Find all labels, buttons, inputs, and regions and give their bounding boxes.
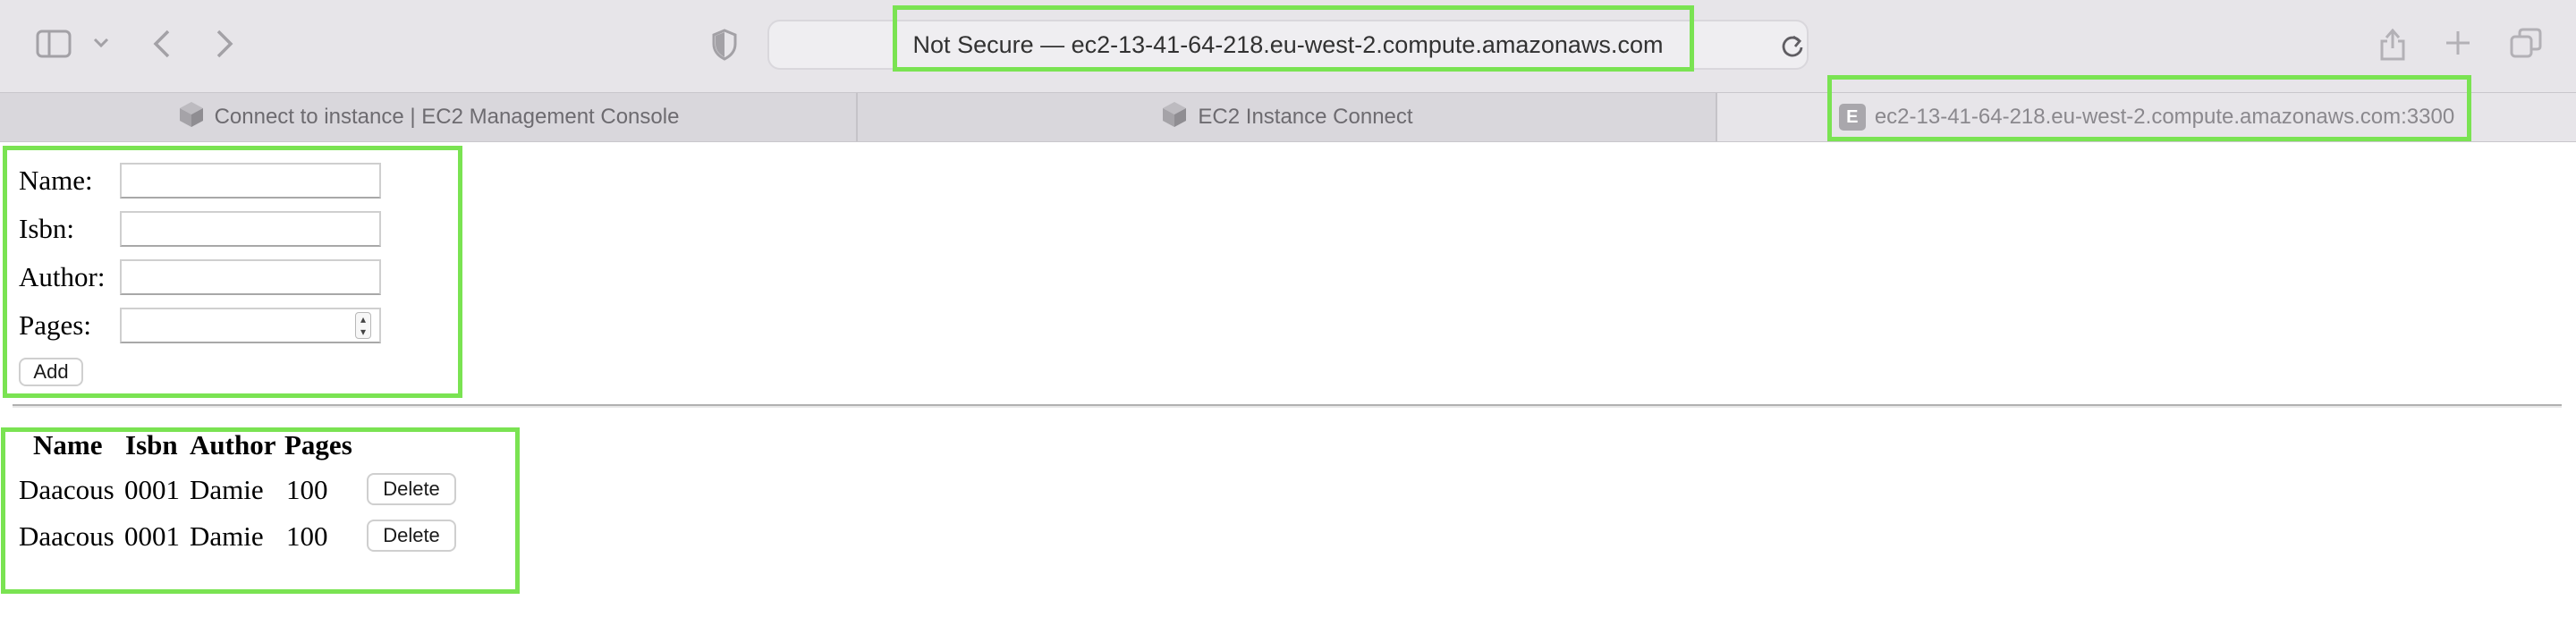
address-text[interactable]: Not Secure — ec2-13-41-64-218.eu-west-2.… [769,21,1807,68]
tab-label: ec2-13-41-64-218.eu-west-2.compute.amazo… [1874,105,2455,129]
add-button[interactable]: Add [19,358,83,386]
pages-label: Pages: [19,309,91,341]
aws-cube-icon [177,100,206,135]
tab-instance-connect[interactable]: EC2 Instance Connect [858,93,1717,141]
cell-name: Daacous [19,520,114,552]
header-name: Name [33,429,103,461]
forward-icon[interactable] [215,29,234,59]
author-input[interactable] [120,259,381,295]
header-isbn: Isbn [125,429,178,461]
address-bar[interactable]: Not Secure — ec2-13-41-64-218.eu-west-2.… [767,20,1809,70]
sidebar-icon[interactable] [36,30,72,58]
chevron-down-icon[interactable] [93,38,109,48]
cell-author: Damie [190,520,264,552]
cell-isbn: 0001 [124,474,180,505]
header-pages: Pages [284,429,352,461]
cell-name: Daacous [19,474,114,505]
tab-bar: Connect to instance | EC2 Management Con… [0,92,2576,142]
pages-input[interactable] [120,308,381,343]
delete-button[interactable]: Delete [367,473,456,505]
isbn-label: Isbn: [19,213,74,244]
back-icon[interactable] [152,29,172,59]
tab-label: EC2 Instance Connect [1198,105,1413,129]
tab-ec2-console[interactable]: Connect to instance | EC2 Management Con… [0,93,858,141]
tab-overview-icon[interactable] [2510,28,2542,58]
header-author: Author [190,429,276,461]
author-label: Author: [19,261,106,292]
divider [13,404,2562,408]
cell-pages: 100 [286,520,328,552]
tab-label: Connect to instance | EC2 Management Con… [214,105,680,129]
tab-app-active[interactable]: E ec2-13-41-64-218.eu-west-2.compute.ama… [1717,93,2576,141]
browser-toolbar: Not Secure — ec2-13-41-64-218.eu-west-2.… [0,0,2576,92]
pages-stepper-icon[interactable]: ▴ ▾ [355,312,371,339]
delete-button[interactable]: Delete [367,520,456,552]
isbn-input[interactable] [120,211,381,247]
aws-cube-icon [1160,100,1189,135]
privacy-shield-icon[interactable] [711,29,738,61]
reload-icon[interactable] [1780,32,1805,59]
new-tab-icon[interactable] [2445,30,2471,56]
favicon-letter-icon: E [1838,104,1866,131]
share-icon[interactable] [2379,25,2406,63]
cell-author: Damie [190,474,264,505]
cell-isbn: 0001 [124,520,180,552]
cell-pages: 100 [286,474,328,505]
name-label: Name: [19,165,93,196]
name-input[interactable] [120,163,381,199]
